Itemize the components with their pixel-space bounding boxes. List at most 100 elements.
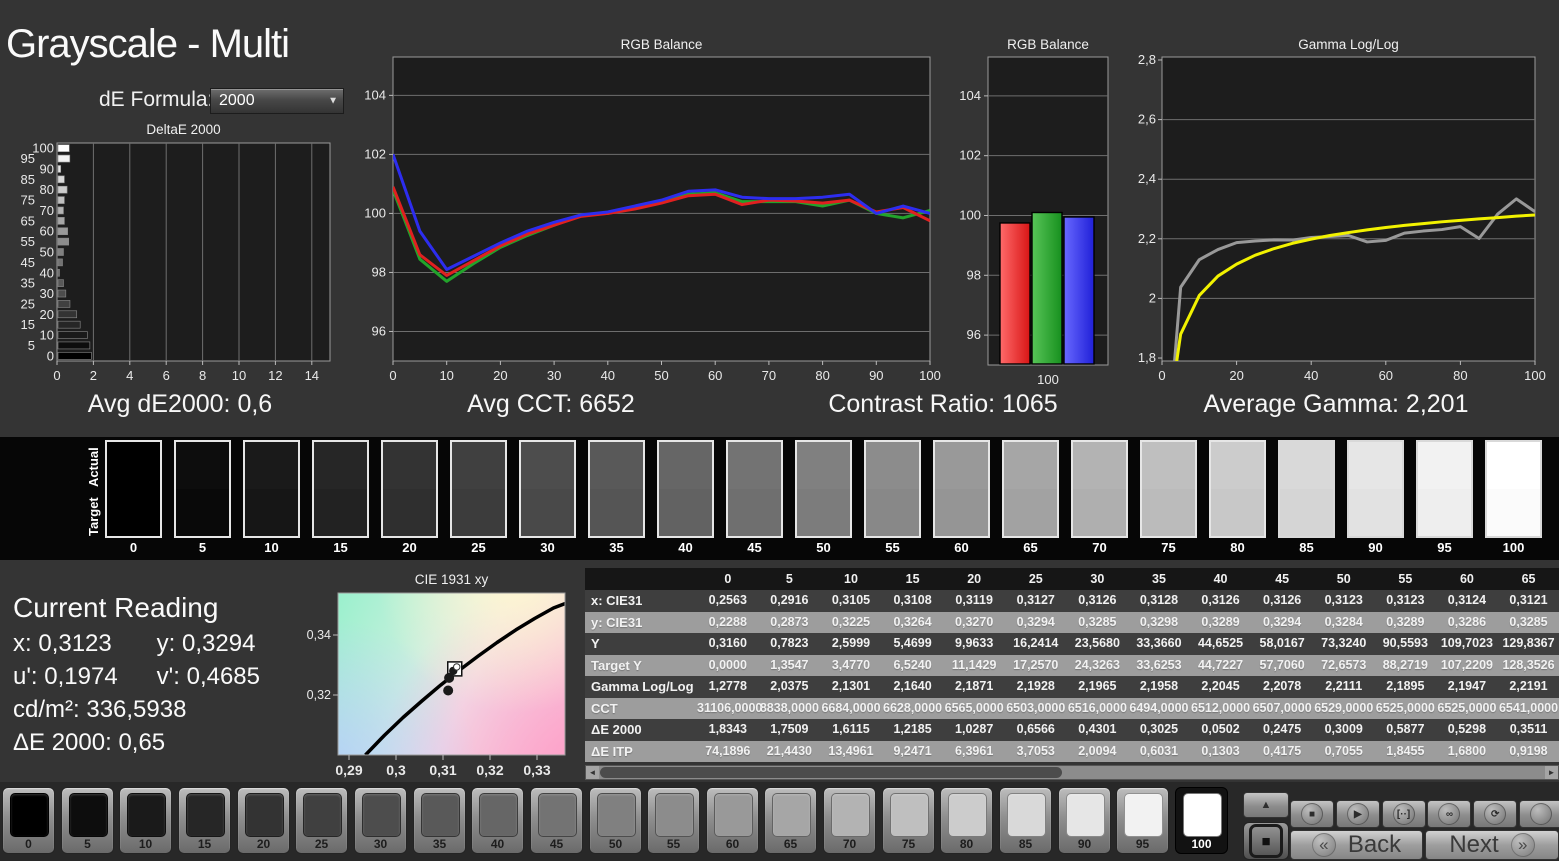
table-cell: 9,9633 — [955, 636, 994, 650]
table-cell: 0,3025 — [1139, 722, 1179, 736]
grayscale-patch-button-20[interactable]: 20 — [237, 787, 290, 854]
patch-level-label: 75 — [901, 837, 916, 851]
svg-text:70: 70 — [762, 368, 776, 383]
patch-swatch — [655, 793, 694, 837]
swatch-actual-target — [1071, 440, 1128, 538]
table-cell: 0,5877 — [1386, 722, 1425, 736]
stop-button[interactable]: ■ — [1290, 800, 1334, 828]
loop-button[interactable]: ∞ — [1427, 800, 1472, 828]
table-cell: 0,3511 — [1509, 722, 1548, 736]
grayscale-patch-button-50[interactable]: 50 — [589, 787, 642, 854]
patch-swatch — [1066, 793, 1105, 837]
grayscale-patch-button-100[interactable]: 100 — [1175, 787, 1228, 854]
grayscale-patch-button-90[interactable]: 90 — [1058, 787, 1111, 854]
grayscale-patch-button-30[interactable]: 30 — [354, 787, 407, 854]
grayscale-patch-button-15[interactable]: 15 — [178, 787, 231, 854]
target-label: Target — [86, 497, 101, 537]
table-cell: 6516,0000 — [1067, 700, 1127, 715]
patch-level-label: 30 — [373, 837, 388, 851]
table-cell: 5,4699 — [893, 636, 932, 650]
svg-text:Gamma Log/Log: Gamma Log/Log — [1298, 37, 1399, 52]
table-hscrollbar[interactable]: ◄ ► — [585, 765, 1559, 780]
de-formula-select[interactable]: 2000 ▼ — [210, 88, 344, 114]
grayscale-patch-button-65[interactable]: 65 — [764, 787, 817, 854]
swatch-level-label: 20 — [402, 540, 417, 555]
table-cell: 44,6525 — [1197, 636, 1244, 650]
back-chevron-icon: « — [1311, 833, 1336, 857]
grayscale-patch-button-0[interactable]: 0 — [2, 787, 55, 854]
pattern-button[interactable]: [··] — [1381, 800, 1426, 828]
de-formula-value: 2000 — [219, 92, 255, 109]
grayscale-patch-button-70[interactable]: 70 — [823, 787, 876, 854]
svg-text:0,33: 0,33 — [523, 762, 550, 778]
patch-swatch — [1183, 793, 1222, 837]
patch-swatch — [831, 793, 870, 837]
table-cell: 6525,0000 — [1437, 700, 1497, 715]
grayscale-patch-button-10[interactable]: 10 — [119, 787, 172, 854]
grayscale-patch-button-95[interactable]: 95 — [1116, 787, 1169, 854]
grayscale-patch-button-40[interactable]: 40 — [471, 787, 524, 854]
svg-text:40: 40 — [601, 368, 615, 383]
table-cell: 6507,0000 — [1252, 700, 1312, 715]
table-cell: 2,5999 — [831, 636, 871, 650]
table-column-header: 40 — [1213, 572, 1228, 586]
swatch-level-label: 5 — [198, 540, 207, 555]
table-cell: 0,4301 — [1078, 722, 1117, 736]
table-cell: 1,8343 — [708, 722, 747, 736]
patch-swatch — [597, 793, 636, 837]
grayscale-patch-button-60[interactable]: 60 — [706, 787, 759, 854]
scroll-left-arrow-icon[interactable]: ◄ — [586, 766, 599, 779]
avg-cct-stat: Avg CCT: 6652 — [467, 390, 635, 418]
grayscale-patch-button-75[interactable]: 75 — [882, 787, 935, 854]
next-button[interactable]: Next » — [1425, 830, 1559, 860]
patch-level-label: 10 — [138, 837, 153, 851]
back-button-label: Back — [1347, 831, 1402, 858]
grayscale-patch-button-80[interactable]: 80 — [940, 787, 993, 854]
table-row: ΔE ITP 74,1896 21,4430 13,4961 9,2471 6,3961 3… — [585, 740, 1559, 762]
patch-swatch — [890, 793, 929, 837]
svg-text:102: 102 — [364, 146, 386, 161]
table-cell: 0,6566 — [1016, 722, 1055, 736]
grayscale-patch-button-5[interactable]: 5 — [61, 787, 114, 854]
grayscale-patch-button-55[interactable]: 55 — [647, 787, 700, 854]
table-row: Y 0,3160 0,7823 2,5999 5,4699 9,9633 16,2414 23… — [585, 633, 1559, 655]
svg-text:70: 70 — [40, 203, 54, 218]
de-formula-label: dE Formula: — [99, 88, 214, 111]
patch-swatch — [186, 793, 225, 837]
table-cell: 1,2185 — [893, 722, 932, 736]
swatch-actual-target — [933, 440, 990, 538]
play-button[interactable]: ▶ — [1335, 800, 1380, 828]
up-arrow-button[interactable]: ▲ — [1243, 792, 1289, 818]
table-cell: 0,0000 — [708, 657, 747, 672]
grayscale-patch-button-35[interactable]: 35 — [413, 787, 466, 854]
swatch-level-label: 50 — [816, 540, 831, 555]
table-cell: 21,4430 — [766, 743, 812, 758]
grayscale-swatch-60: 60 — [933, 440, 990, 555]
grayscale-swatch-25: 25 — [450, 440, 507, 555]
swatch-actual-target — [588, 440, 645, 538]
table-cell: 88,2719 — [1382, 657, 1428, 672]
back-button[interactable]: « Back — [1290, 830, 1423, 860]
grayscale-patch-button-85[interactable]: 85 — [999, 787, 1052, 854]
svg-text:RGB Balance: RGB Balance — [1007, 37, 1089, 52]
grayscale-patch-button-25[interactable]: 25 — [295, 787, 348, 854]
record-button[interactable] — [1519, 800, 1559, 828]
table-cell: 0,3126 — [1078, 593, 1117, 607]
svg-text:DeltaE 2000: DeltaE 2000 — [146, 122, 220, 137]
table-cell: 1,0287 — [955, 722, 994, 736]
table-row-label: Y — [591, 636, 600, 651]
avg-de2000-stat: Avg dE2000: 0,6 — [87, 390, 273, 418]
svg-text:20: 20 — [493, 368, 507, 383]
grayscale-patch-button-45[interactable]: 45 — [530, 787, 583, 854]
current-reading-uv: u': 0,1974 v': 0,4685 — [13, 663, 260, 690]
table-cell: 72,6573 — [1321, 657, 1367, 672]
table-cell: 6529,0000 — [1314, 700, 1374, 715]
table-cell: 0,3105 — [831, 593, 871, 607]
full-field-button[interactable]: ■ — [1243, 822, 1289, 860]
scroll-right-arrow-icon[interactable]: ► — [1545, 766, 1558, 779]
refresh-button[interactable]: ⟳ — [1473, 800, 1518, 828]
swatch-actual-target — [243, 440, 300, 538]
scrollbar-thumb[interactable] — [600, 767, 1062, 778]
patch-level-label: 80 — [959, 837, 974, 851]
table-cell: 0,3289 — [1386, 614, 1425, 629]
